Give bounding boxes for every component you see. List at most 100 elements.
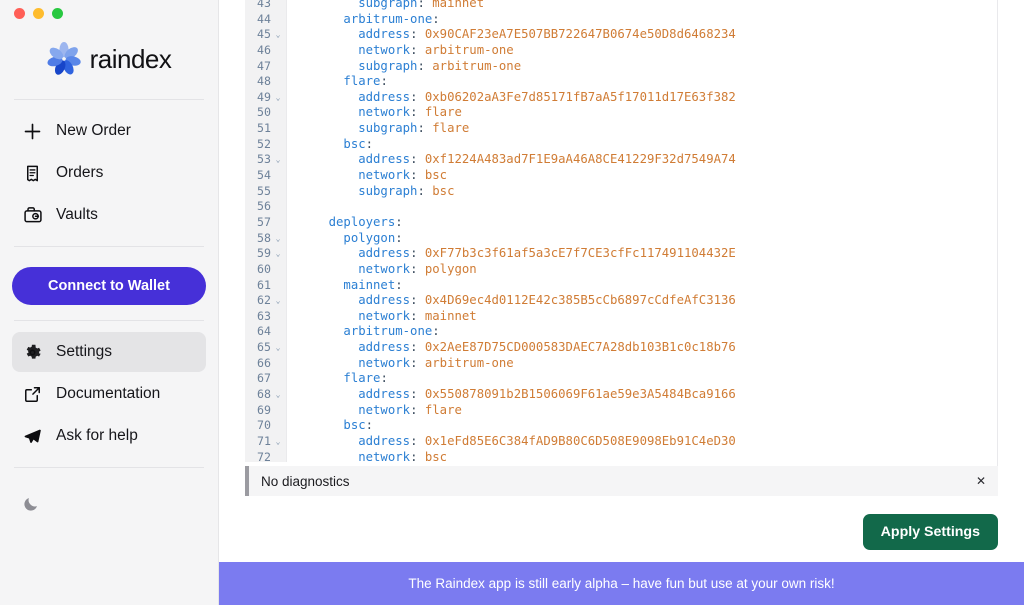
- yaml-key: arbitrum-one: [299, 11, 433, 26]
- yaml-value: flare: [417, 105, 462, 120]
- editor-line: network: mainnet: [299, 309, 997, 325]
- moon-icon[interactable]: [20, 493, 42, 515]
- yaml-settings-editor[interactable]: 43⌄44⌄45⌄46⌄47⌄48⌄49⌄50⌄51⌄52⌄53⌄54⌄55⌄5…: [245, 0, 998, 466]
- editor-line-number: 52⌄: [257, 136, 271, 151]
- yaml-value: flare: [424, 121, 470, 136]
- editor-line-number: 49 ⌄: [257, 89, 282, 106]
- chevron-down-icon[interactable]: ⌄: [274, 387, 282, 403]
- editor-line: network: polygon: [299, 262, 997, 278]
- sidebar-item-label: New Order: [56, 122, 131, 139]
- yaml-key: subgraph: [299, 183, 418, 198]
- chevron-down-icon[interactable]: ⌄: [274, 293, 282, 309]
- yaml-value: polygon: [417, 261, 477, 276]
- yaml-key: network: [299, 105, 411, 120]
- editor-line-number: 53 ⌄: [257, 152, 282, 168]
- sidebar-item-ask-for-help[interactable]: Ask for help: [12, 416, 206, 456]
- raindex-flower-logo-icon: [47, 42, 81, 76]
- yaml-key: deployers: [299, 214, 396, 229]
- sidebar-item-settings[interactable]: Settings: [12, 332, 206, 372]
- yaml-value: 0x1eFd85E6C384fAD9B80C6D508E9098Eb91C4eD…: [417, 433, 736, 448]
- yaml-value: mainnet: [417, 308, 477, 323]
- external-link-icon: [22, 384, 43, 405]
- editor-line-number: 69⌄: [257, 402, 271, 417]
- editor-line: bsc:: [299, 137, 997, 153]
- editor-line-number: 67⌄: [257, 371, 271, 386]
- editor-line-number: 72⌄: [257, 449, 271, 464]
- yaml-value: 0xF77b3c3f61af5a3cE7f7CE3cfFc11749110443…: [417, 246, 736, 261]
- editor-actions: Apply Settings: [245, 496, 998, 550]
- yaml-value: bsc: [417, 168, 448, 183]
- yaml-key: polygon: [299, 230, 396, 245]
- zoom-window-button[interactable]: [52, 7, 63, 19]
- sidebar-nav-primary: New Order Orders Vaults: [12, 111, 206, 235]
- editor-line: subgraph: arbitrum-one: [299, 59, 997, 75]
- editor-line: address: 0xf1224A483ad7F1E9aA46A8CE41229…: [299, 152, 997, 168]
- editor-line: mainnet:: [299, 278, 997, 294]
- apply-settings-button[interactable]: Apply Settings: [862, 514, 998, 550]
- sidebar-item-documentation[interactable]: Documentation: [12, 374, 206, 414]
- editor-line: network: bsc: [299, 168, 997, 184]
- yaml-colon: :: [417, 183, 425, 198]
- yaml-colon: :: [395, 214, 403, 229]
- chevron-down-icon[interactable]: ⌄: [274, 152, 282, 168]
- chevron-down-icon[interactable]: ⌄: [274, 90, 282, 106]
- chevron-down-icon[interactable]: ⌄: [274, 231, 282, 247]
- sidebar-item-label: Orders: [56, 164, 104, 181]
- theme-toggle-row: [12, 479, 206, 515]
- chevron-down-icon[interactable]: ⌄: [274, 340, 282, 356]
- yaml-key: address: [299, 340, 411, 355]
- editor-body[interactable]: 43⌄44⌄45⌄46⌄47⌄48⌄49⌄50⌄51⌄52⌄53⌄54⌄55⌄5…: [245, 0, 997, 464]
- yaml-key: network: [299, 449, 411, 462]
- yaml-colon: :: [417, 0, 425, 10]
- editor-line-number: 61⌄: [257, 277, 271, 292]
- editor-line-number: 44⌄: [257, 11, 271, 26]
- sidebar-item-label: Settings: [56, 343, 113, 360]
- yaml-key: mainnet: [299, 277, 396, 292]
- yaml-colon: :: [365, 418, 374, 433]
- yaml-colon: :: [380, 74, 388, 89]
- editor-line: address: 0xF77b3c3f61af5a3cE7f7CE3cfFc11…: [299, 246, 997, 262]
- yaml-key: bsc: [299, 418, 366, 433]
- yaml-colon: :: [432, 11, 440, 26]
- gear-icon: [22, 342, 43, 363]
- editor-line: bsc:: [299, 418, 997, 434]
- editor-line-number: 54⌄: [257, 168, 271, 183]
- minimize-window-button[interactable]: [33, 7, 44, 19]
- alpha-warning-text: The Raindex app is still early alpha – h…: [408, 576, 835, 591]
- editor-gutter: 43⌄44⌄45⌄46⌄47⌄48⌄49⌄50⌄51⌄52⌄53⌄54⌄55⌄5…: [245, 0, 287, 464]
- yaml-key: flare: [299, 74, 381, 89]
- yaml-value: 0xf1224A483ad7F1E9aA46A8CE41229F32d7549A…: [417, 152, 736, 167]
- sidebar-item-new-order[interactable]: New Order: [12, 111, 206, 151]
- close-window-button[interactable]: [14, 7, 25, 19]
- editor-line: network: arbitrum-one: [299, 356, 997, 372]
- sidebar-item-vaults[interactable]: Vaults: [12, 195, 206, 235]
- yaml-colon: :: [417, 121, 425, 136]
- editor-code[interactable]: subgraph: mainnet arbitrum-one: address:…: [287, 0, 997, 462]
- editor-line-number: 62 ⌄: [257, 293, 282, 309]
- editor-line: subgraph: flare: [299, 121, 997, 137]
- yaml-key: subgraph: [299, 121, 418, 136]
- sidebar-item-orders[interactable]: Orders: [12, 153, 206, 193]
- editor-line: network: bsc: [299, 450, 997, 462]
- chevron-down-icon[interactable]: ⌄: [274, 27, 282, 43]
- yaml-key: network: [299, 42, 411, 57]
- editor-line-number: 43⌄: [257, 0, 271, 10]
- sidebar-divider-top: [14, 99, 204, 100]
- yaml-key: address: [299, 89, 411, 104]
- connect-wallet-button[interactable]: Connect to Wallet: [12, 267, 206, 305]
- editor-line: address: 0x550878091b2B1506069F61ae59e3A…: [299, 387, 997, 403]
- editor-line-number: 70⌄: [257, 418, 271, 433]
- chevron-down-icon[interactable]: ⌄: [274, 246, 282, 262]
- main-content: 43⌄44⌄45⌄46⌄47⌄48⌄49⌄50⌄51⌄52⌄53⌄54⌄55⌄5…: [219, 0, 1024, 605]
- editor-line-number: 63⌄: [257, 308, 271, 323]
- close-icon[interactable]: ✕: [974, 474, 988, 488]
- chevron-down-icon[interactable]: ⌄: [274, 434, 282, 450]
- editor-line-number: 59 ⌄: [257, 246, 282, 262]
- editor-line: subgraph: bsc: [299, 184, 997, 200]
- yaml-key: network: [299, 308, 411, 323]
- editor-line: address: 0x2AeE87D75CD000583DAEC7A28db10…: [299, 340, 997, 356]
- yaml-value: bsc: [417, 449, 448, 462]
- yaml-key: network: [299, 168, 411, 183]
- yaml-key: address: [299, 293, 411, 308]
